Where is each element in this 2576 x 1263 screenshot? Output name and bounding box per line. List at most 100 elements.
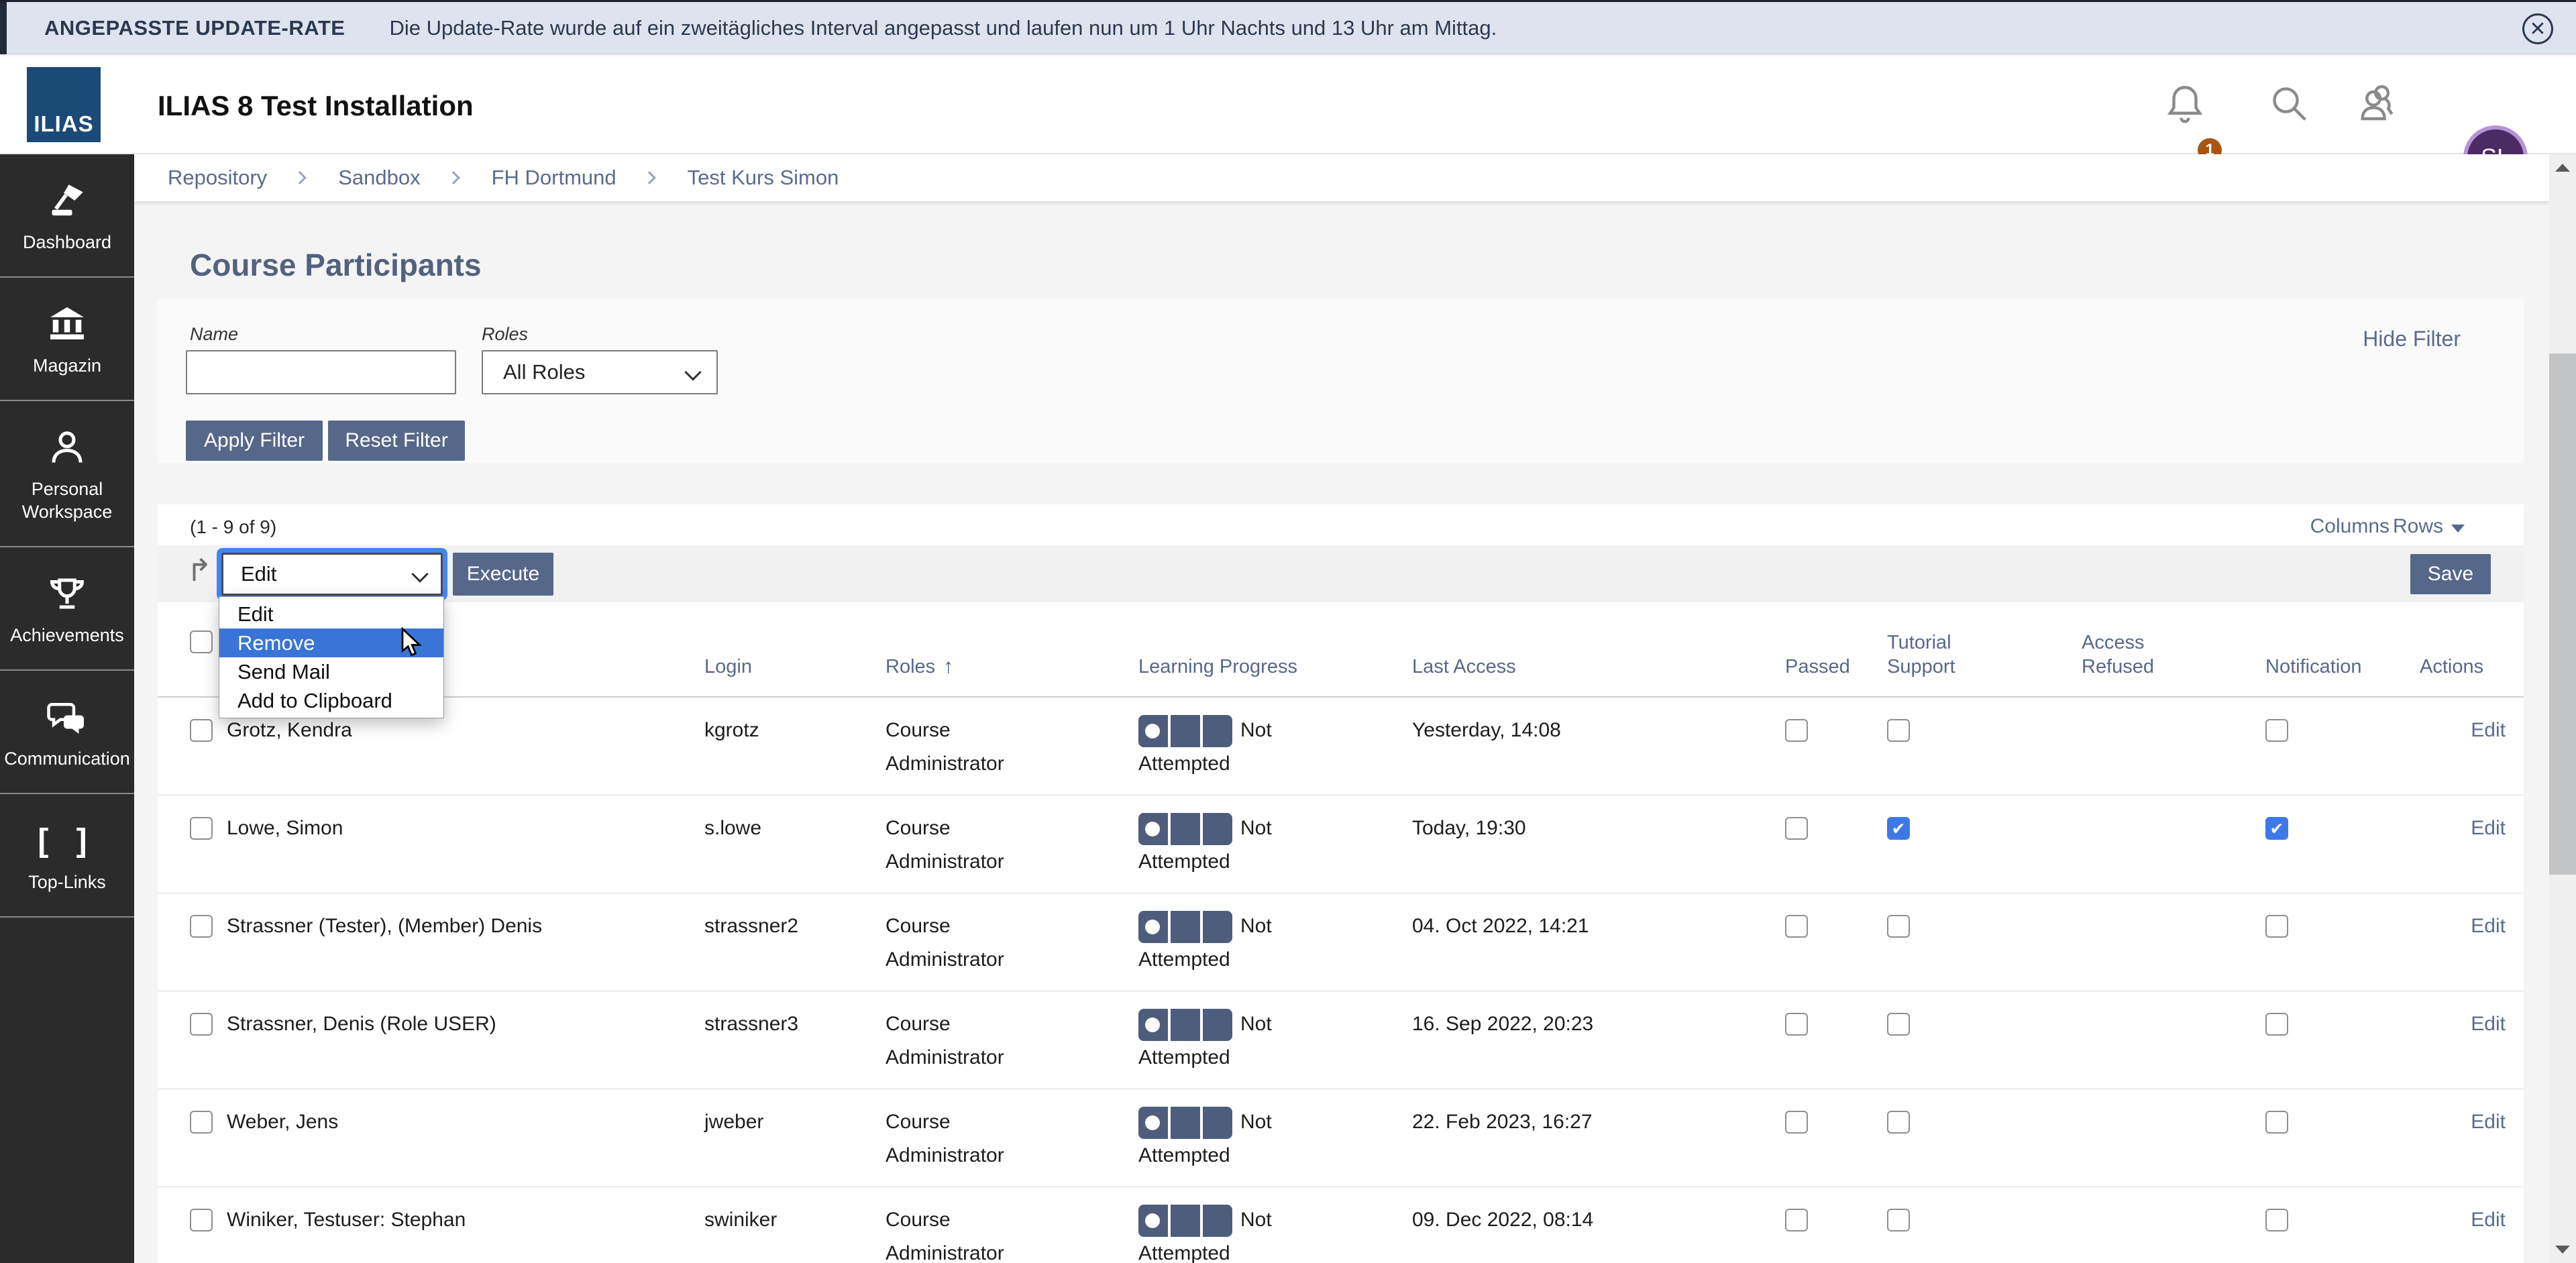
notification-checkbox[interactable]	[2265, 1111, 2288, 1134]
table-row: Strassner (Tester), (Member) Denis stras…	[158, 893, 2524, 991]
participant-roles: Course Administrator	[885, 1203, 1073, 1263]
participant-roles: Course Administrator	[885, 1105, 1073, 1172]
row-select-checkbox[interactable]	[190, 1111, 213, 1134]
scrollbar-thumb[interactable]	[2549, 353, 2576, 875]
passed-checkbox[interactable]	[1785, 1013, 1808, 1036]
last-access: 09. Dec 2022, 08:14	[1412, 1203, 1785, 1263]
roles-filter-select[interactable]: All Roles	[482, 350, 718, 394]
passed-checkbox[interactable]	[1785, 915, 1808, 938]
dropdown-option[interactable]: Send Mail	[219, 657, 443, 686]
bulk-action-select[interactable]: Edit	[221, 553, 443, 596]
tutorial-support-checkbox[interactable]	[1887, 1209, 1910, 1231]
reset-filter-button[interactable]: Reset Filter	[328, 421, 465, 461]
row-select-checkbox[interactable]	[190, 817, 213, 840]
bank-icon	[47, 303, 87, 345]
row-edit-link[interactable]: Edit	[2471, 910, 2506, 991]
passed-checkbox[interactable]	[1785, 817, 1808, 840]
tutorial-support-checkbox[interactable]	[1887, 719, 1910, 742]
tutorial-support-checkbox[interactable]	[1887, 1013, 1910, 1036]
tutorial-support-checkbox[interactable]	[1887, 817, 1910, 840]
scrollbar-up-arrow-icon[interactable]	[2555, 164, 2570, 172]
row-select-checkbox[interactable]	[190, 1013, 213, 1036]
save-button[interactable]: Save	[2410, 554, 2491, 594]
breadcrumb: Repository Sandbox FH Dortmund Test Kurs…	[134, 154, 2549, 201]
participant-login: swiniker	[704, 1203, 885, 1263]
tutorial-support-checkbox[interactable]	[1887, 915, 1910, 938]
column-header-roles[interactable]: Roles↑	[885, 602, 1138, 696]
search-icon[interactable]	[2267, 82, 2312, 126]
sidebar-item-magazin[interactable]: Magazin	[0, 278, 134, 401]
column-header-tutorial-support[interactable]: Tutorial Support	[1887, 602, 2082, 696]
rows-dropdown[interactable]: Rows	[2393, 515, 2465, 538]
row-select-checkbox[interactable]	[190, 915, 213, 938]
select-all-checkbox[interactable]	[190, 630, 213, 653]
last-access: 16. Sep 2022, 20:23	[1412, 1007, 1785, 1089]
sidebar-item-personal-workspace[interactable]: Personal Workspace	[0, 401, 134, 547]
roles-filter-label: Roles	[482, 324, 528, 345]
notification-checkbox[interactable]	[2265, 1013, 2288, 1036]
row-edit-link[interactable]: Edit	[2471, 714, 2506, 795]
row-edit-link[interactable]: Edit	[2471, 1007, 2506, 1089]
learning-progress-icon	[1138, 911, 1232, 943]
column-header-access-refused[interactable]: Access Refused	[2082, 602, 2265, 696]
page-title: Course Participants	[190, 247, 482, 283]
hide-filter-link[interactable]: Hide Filter	[2363, 327, 2461, 351]
passed-checkbox[interactable]	[1785, 719, 1808, 742]
row-select-checkbox[interactable]	[190, 719, 213, 742]
tutorial-support-checkbox[interactable]	[1887, 1111, 1910, 1134]
column-header-last-access[interactable]: Last Access	[1412, 602, 1785, 696]
row-edit-link[interactable]: Edit	[2471, 1105, 2506, 1187]
participant-login: kgrotz	[704, 714, 885, 795]
column-header-passed[interactable]: Passed	[1785, 602, 1887, 696]
notification-checkbox[interactable]	[2265, 817, 2288, 840]
notifications-bell-icon[interactable]	[2163, 82, 2207, 126]
row-select-checkbox[interactable]	[190, 1209, 213, 1231]
sidebar-item-achievements[interactable]: Achievements	[0, 547, 134, 671]
bulk-action-toolbar: ↱ Edit Execute Save	[158, 545, 2524, 602]
execute-button[interactable]: Execute	[453, 553, 553, 596]
column-header-learning-progress[interactable]: Learning Progress	[1138, 602, 1412, 696]
breadcrumb-item[interactable]: Repository	[168, 166, 267, 190]
trophy-icon	[47, 573, 87, 614]
access-refused-cell	[2082, 1105, 2265, 1187]
banner-label: ANGEPASSTE UPDATE-RATE	[44, 16, 345, 40]
column-header-notification[interactable]: Notification	[2265, 602, 2420, 696]
breadcrumb-item[interactable]: Sandbox	[338, 166, 420, 190]
breadcrumb-item[interactable]: FH Dortmund	[492, 166, 616, 190]
banner-message: Die Update-Rate wurde auf ein zweitäglic…	[389, 16, 1497, 40]
table-row: Lowe, Simon s.lowe Course Administrator …	[158, 795, 2524, 893]
table-row: Winiker, Testuser: Stephan swiniker Cour…	[158, 1187, 2524, 1263]
sidebar-item-label: Achievements	[10, 624, 124, 647]
chat-bubbles-icon	[47, 696, 87, 738]
chevron-down-icon	[684, 364, 701, 380]
learning-progress-icon	[1138, 1009, 1232, 1041]
passed-checkbox[interactable]	[1785, 1111, 1808, 1134]
dropdown-option[interactable]: Edit	[219, 600, 443, 628]
row-edit-link[interactable]: Edit	[2471, 812, 2506, 893]
sidebar-item-communication[interactable]: Communication	[0, 671, 134, 794]
contacts-people-icon[interactable]	[2356, 82, 2400, 126]
vertical-scrollbar[interactable]	[2549, 154, 2576, 1263]
row-edit-link[interactable]: Edit	[2471, 1203, 2506, 1263]
access-refused-cell	[2082, 714, 2265, 795]
dropdown-option[interactable]: Remove	[219, 628, 443, 657]
notification-checkbox[interactable]	[2265, 1209, 2288, 1231]
sidebar-item-top-links[interactable]: [ ] Top-Links	[0, 794, 134, 918]
name-filter-input[interactable]	[186, 350, 456, 394]
passed-checkbox[interactable]	[1785, 1209, 1808, 1231]
scrollbar-down-arrow-icon[interactable]	[2555, 1246, 2570, 1254]
notification-checkbox[interactable]	[2265, 719, 2288, 742]
sidebar-item-label: Top-Links	[28, 871, 106, 893]
participant-roles: Course Administrator	[885, 1007, 1073, 1075]
participant-name: Weber, Jens	[227, 1105, 704, 1187]
breadcrumb-item[interactable]: Test Kurs Simon	[688, 166, 839, 190]
notification-checkbox[interactable]	[2265, 915, 2288, 938]
dropdown-option[interactable]: Add to Clipboard	[219, 686, 443, 715]
columns-link[interactable]: Columns	[2310, 515, 2390, 538]
ilias-logo[interactable]: ILIAS	[27, 67, 101, 142]
last-access: 04. Oct 2022, 14:21	[1412, 910, 1785, 991]
banner-close-icon[interactable]: ✕	[2522, 13, 2553, 44]
column-header-login[interactable]: Login	[704, 602, 885, 696]
apply-filter-button[interactable]: Apply Filter	[186, 421, 323, 461]
sidebar-item-dashboard[interactable]: Dashboard	[0, 154, 134, 278]
